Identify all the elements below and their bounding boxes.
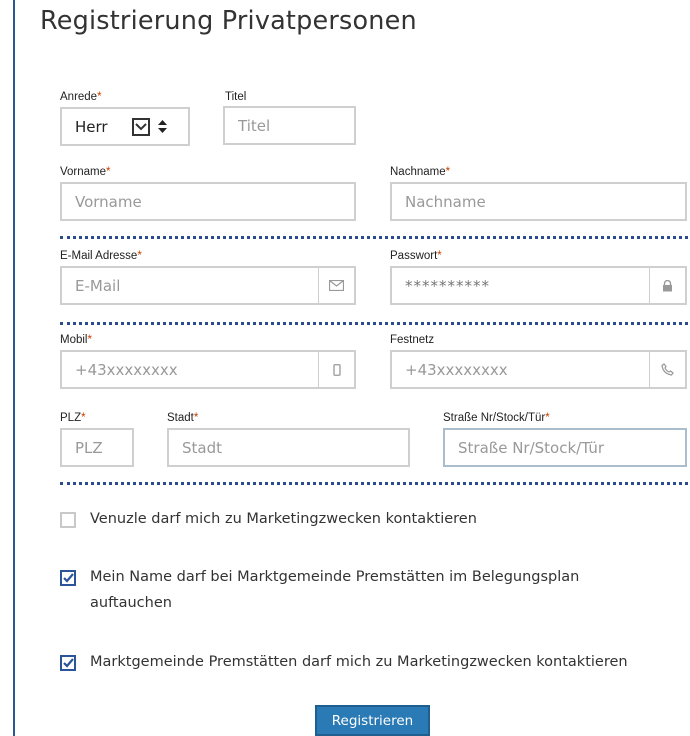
mobile-phone-icon bbox=[318, 352, 354, 387]
sort-updown-icon bbox=[158, 119, 167, 134]
nachname-input[interactable] bbox=[392, 184, 685, 219]
vorname-field[interactable] bbox=[60, 182, 356, 221]
consent-checkbox-checked[interactable] bbox=[60, 570, 76, 586]
chevron-down-icon bbox=[132, 117, 150, 136]
email-label: E-Mail Adresse* bbox=[60, 250, 142, 262]
section-divider bbox=[60, 236, 688, 239]
festnetz-label: Festnetz bbox=[390, 334, 435, 346]
passwort-field[interactable] bbox=[390, 266, 687, 305]
titel-input[interactable] bbox=[225, 108, 354, 143]
consent-label: Venuzle darf mich zu Marketingzwecken ko… bbox=[90, 511, 477, 527]
nachname-label: Nachname* bbox=[390, 166, 451, 178]
consent-premstaetten-marketing[interactable]: Marktgemeinde Premstätten darf mich zu M… bbox=[60, 653, 628, 675]
strasse-input[interactable] bbox=[445, 430, 685, 465]
plz-field[interactable] bbox=[60, 428, 134, 467]
consent-checkbox-checked[interactable] bbox=[60, 655, 76, 671]
consent-label: Mein Name darf bei Marktgemeinde Premstä… bbox=[90, 569, 580, 611]
phone-icon bbox=[649, 352, 685, 387]
mobil-label: Mobil* bbox=[60, 334, 92, 346]
stadt-label: Stadt* bbox=[167, 412, 199, 424]
festnetz-field[interactable] bbox=[390, 350, 687, 389]
page-title: Registrierung Privatpersonen bbox=[40, 6, 417, 36]
consent-venuzle-marketing[interactable]: Venuzle darf mich zu Marketingzwecken ko… bbox=[60, 510, 477, 532]
titel-label: Titel bbox=[225, 91, 247, 103]
plz-input[interactable] bbox=[62, 430, 132, 465]
email-field[interactable] bbox=[60, 266, 356, 305]
envelope-icon bbox=[318, 268, 354, 303]
strasse-field[interactable] bbox=[443, 428, 687, 467]
passwort-input[interactable] bbox=[392, 268, 649, 303]
anrede-label: Anrede* bbox=[60, 91, 102, 103]
section-divider bbox=[60, 482, 688, 485]
nachname-field[interactable] bbox=[390, 182, 687, 221]
mobil-input[interactable] bbox=[62, 352, 318, 387]
stadt-input[interactable] bbox=[169, 430, 408, 465]
festnetz-input[interactable] bbox=[392, 352, 649, 387]
lock-icon bbox=[649, 268, 685, 303]
strasse-label: Straße Nr/Stock/Tür* bbox=[443, 412, 550, 424]
consent-name-belegungsplan[interactable]: Mein Name darf bei Marktgemeinde Premstä… bbox=[60, 568, 660, 616]
passwort-label: Passwort* bbox=[390, 250, 442, 262]
anrede-select-value: Herr bbox=[75, 117, 108, 136]
mobil-field[interactable] bbox=[60, 350, 356, 389]
register-button[interactable]: Registrieren bbox=[315, 705, 430, 736]
email-input[interactable] bbox=[62, 268, 318, 303]
section-divider bbox=[60, 322, 688, 325]
consent-label: Marktgemeinde Premstätten darf mich zu M… bbox=[90, 654, 628, 670]
stadt-field[interactable] bbox=[167, 428, 410, 467]
frame-left-border bbox=[13, 0, 15, 736]
titel-field[interactable] bbox=[223, 106, 356, 145]
consent-checkbox-unchecked[interactable] bbox=[60, 512, 76, 528]
anrede-select[interactable]: Herr bbox=[60, 107, 190, 146]
plz-label: PLZ* bbox=[60, 412, 86, 424]
vorname-input[interactable] bbox=[62, 184, 354, 219]
vorname-label: Vorname* bbox=[60, 166, 111, 178]
